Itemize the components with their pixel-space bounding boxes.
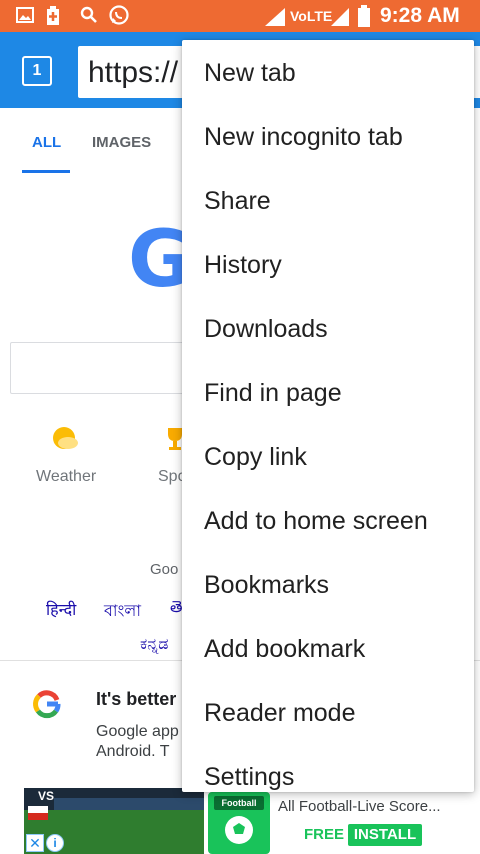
menu-item-settings[interactable]: Settings: [182, 745, 474, 792]
menu-item-history[interactable]: History: [182, 233, 474, 297]
menu-item-reader-mode[interactable]: Reader mode: [182, 681, 474, 745]
menu-item-add-to-home-screen[interactable]: Add to home screen: [182, 489, 474, 553]
menu-item-share[interactable]: Share: [182, 169, 474, 233]
signal-icon: [265, 8, 285, 26]
tab-images[interactable]: IMAGES: [92, 134, 151, 151]
football-app-badge: Football: [214, 796, 264, 810]
tab-all-label: ALL: [32, 134, 62, 151]
language-link-telugu[interactable]: తె: [170, 598, 182, 620]
ad-banner[interactable]: VS ✕ i Football All Football-Live Score.…: [0, 788, 480, 854]
chile-flag-icon: [28, 806, 48, 820]
install-button[interactable]: INSTALL: [348, 824, 422, 846]
weather-icon[interactable]: [50, 424, 80, 454]
battery-saver-icon: [47, 6, 59, 25]
tab-all[interactable]: ALL: [22, 108, 70, 174]
promo-title: It's better: [96, 689, 177, 709]
ad-info-icon[interactable]: i: [46, 834, 64, 852]
signal-icon-2: [331, 8, 349, 26]
search-icon: [80, 6, 97, 23]
clock: 9:28 AM: [380, 4, 460, 27]
menu-item-add-bookmark[interactable]: Add bookmark: [182, 617, 474, 681]
language-link-hindi[interactable]: हिन्दी: [46, 598, 76, 620]
ad-close-icon[interactable]: ✕: [26, 834, 44, 852]
soccer-ball-icon: [225, 816, 253, 844]
menu-item-new-tab[interactable]: New tab: [182, 41, 474, 105]
ad-vs-label: VS: [38, 789, 55, 803]
gallery-icon: [16, 7, 34, 23]
url-text: https://: [88, 56, 179, 89]
tab-switcher-button[interactable]: 1: [22, 56, 52, 86]
ad-free-label: FREE: [304, 826, 345, 843]
google-g-icon: [33, 690, 61, 719]
offered-in-text: Goo: [150, 561, 179, 578]
menu-item-new-incognito-tab[interactable]: New incognito tab: [182, 105, 474, 169]
network-label: VoLTE: [290, 8, 333, 24]
ad-title[interactable]: All Football-Live Score...: [278, 798, 441, 815]
language-link-kannada[interactable]: ಕನ್ನಡ: [140, 636, 168, 654]
menu-item-bookmarks[interactable]: Bookmarks: [182, 553, 474, 617]
menu-item-find-in-page[interactable]: Find in page: [182, 361, 474, 425]
weather-label[interactable]: Weather: [36, 468, 96, 486]
search-input[interactable]: [10, 342, 210, 394]
status-bar: VoLTE 9:28 AM: [0, 0, 480, 32]
menu-item-downloads[interactable]: Downloads: [182, 297, 474, 361]
overflow-menu: New tab New incognito tab Share History …: [182, 40, 474, 792]
battery-icon: [358, 5, 370, 27]
tab-active-indicator: [22, 170, 70, 173]
ad-image-stand: [54, 798, 204, 810]
football-app-icon[interactable]: Football: [208, 792, 270, 854]
whatsapp-icon: [109, 5, 129, 25]
promo-body-2: Android. T: [96, 743, 170, 760]
menu-item-copy-link[interactable]: Copy link: [182, 425, 474, 489]
promo-body: Google app: [96, 723, 179, 740]
language-link-bangla[interactable]: বাংলা: [104, 598, 141, 625]
